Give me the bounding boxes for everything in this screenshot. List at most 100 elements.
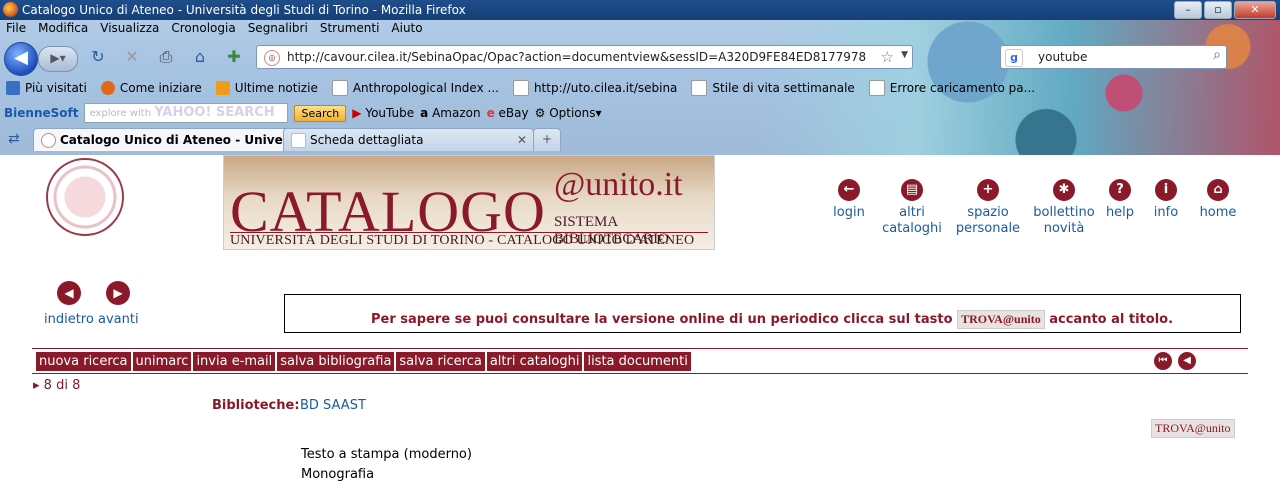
nav-home[interactable]: ⌂ home [1198, 179, 1238, 221]
question-icon: ? [1109, 179, 1131, 201]
previous-record-icon[interactable]: ◀ [1178, 352, 1196, 370]
bookmark-item[interactable]: Anthropological Index ... [331, 78, 499, 98]
divider [32, 348, 1248, 349]
nav-altri-cataloghi[interactable]: ▤ altri cataloghi [880, 179, 944, 237]
bookmark-star-icon[interactable]: ☆ [881, 48, 894, 66]
biblioteche-label: Biblioteche: [212, 398, 300, 413]
menu-bar: File Modifica Visualizza Cronologia Segn… [0, 21, 423, 39]
salva-bibliografia-button[interactable]: salva bibliografia [277, 352, 395, 371]
record-navigation: ⏮ ◀ [1154, 352, 1196, 370]
bookmark-item[interactable]: Ultime notizie [215, 78, 318, 98]
close-window-button[interactable]: ✕ [1234, 1, 1276, 19]
gear-icon: ⚙ [534, 106, 546, 120]
nuova-ricerca-button[interactable]: nuova ricerca [36, 352, 131, 371]
tab-catalogo[interactable]: Catalogo Unico di Ateneo - Unive... ✕ [33, 128, 309, 151]
window-title: Catalogo Unico di Ateneo - Università de… [22, 3, 466, 17]
rss-icon [215, 81, 230, 95]
nav-help[interactable]: ? help [1104, 179, 1136, 221]
close-tab-icon[interactable]: ✕ [517, 129, 527, 151]
stop-icon[interactable]: ✕ [122, 47, 142, 67]
browser-chrome: Catalogo Unico di Ateneo - Università de… [0, 0, 1280, 155]
arrow-left-icon: ← [838, 179, 860, 201]
page-content: CATALOGO @unito.it SISTEMA BIBLIOTECARIO… [0, 155, 1280, 497]
biblioteche-link[interactable]: BD SAAST [300, 398, 366, 413]
home-icon: ⌂ [1207, 179, 1229, 201]
bookmark-item[interactable]: Errore caricamento pa... [868, 78, 1035, 98]
forward-button[interactable]: ▶▾ [38, 46, 78, 72]
notice-text: Per sapere se puoi consultare la version… [371, 312, 953, 327]
menu-cronologia[interactable]: Cronologia [171, 21, 235, 39]
url-dropdown-icon[interactable]: ▼ [901, 50, 908, 60]
new-tab-button[interactable]: + [533, 128, 561, 151]
page-icon [331, 80, 348, 96]
maximize-button[interactable]: ▫ [1204, 1, 1232, 19]
navigation-toolbar: ◀ ▶▾ ↻ ✕ ⎙ ⌂ ✚ ◎ http://cavour.cilea.it/… [0, 40, 1280, 76]
university-seal-logo [46, 158, 124, 236]
bookmarks-icon [6, 81, 20, 95]
search-icon[interactable]: ⌕ [1213, 47, 1221, 63]
ebay-link[interactable]: e eBay [487, 106, 529, 120]
menu-modifica[interactable]: Modifica [38, 21, 88, 39]
home-icon[interactable]: ⌂ [190, 47, 210, 67]
options-menu[interactable]: ⚙ Options▾ [535, 106, 602, 120]
new-bookmark-icon[interactable]: ✚ [224, 47, 244, 67]
tab-strip: ⇄ Catalogo Unico di Ateneo - Unive... ✕ … [0, 128, 1280, 152]
tab-list-icon[interactable]: ⇄ [8, 131, 20, 147]
unimarc-button[interactable]: unimarc [132, 352, 192, 371]
menu-visualizza[interactable]: Visualizza [100, 21, 159, 39]
banner-unito: @unito.it [554, 166, 683, 203]
back-button[interactable]: ◀ [4, 42, 38, 76]
info-icon: i [1155, 179, 1177, 201]
trova-button[interactable]: TROVA@unito [1151, 419, 1235, 438]
yahoo-search-input[interactable]: explore with YAHOO! SEARCH [84, 103, 289, 123]
bookmark-item[interactable]: Stile di vita settimanale [691, 78, 855, 98]
amazon-icon: a [420, 106, 429, 120]
bookmark-item[interactable]: http://uto.cilea.it/sebina [512, 78, 677, 98]
menu-strumenti[interactable]: Strumenti [320, 21, 380, 39]
first-record-icon[interactable]: ⏮ [1154, 352, 1172, 370]
url-bar[interactable]: ◎ http://cavour.cilea.it/SebinaOpac/Opac… [256, 45, 913, 69]
forward-arrow-icon[interactable]: ▶ [106, 281, 130, 305]
print-icon[interactable]: ⎙ [156, 47, 176, 67]
plus-icon: + [977, 179, 999, 201]
nav-login[interactable]: ← login [831, 179, 867, 221]
page-icon [512, 80, 529, 96]
catalogo-banner[interactable]: CATALOGO @unito.it SISTEMA BIBLIOTECARIO… [223, 155, 715, 250]
altri-cataloghi-button[interactable]: altri cataloghi [486, 352, 583, 371]
toolbar-brand: BienneSoft [4, 106, 79, 120]
divider [32, 373, 1248, 374]
record-level: Monografia [301, 467, 375, 482]
trova-notice: Per sapere se puoi consultare la version… [284, 294, 1241, 333]
invia-email-button[interactable]: invia e-mail [193, 352, 276, 371]
bookmark-item[interactable]: Più visitati [6, 78, 87, 98]
action-bar: nuova ricerca unimarc invia e-mail salva… [36, 352, 691, 371]
search-input[interactable]: youtube [1038, 50, 1087, 64]
firefox-icon [100, 81, 115, 95]
lista-documenti-button[interactable]: lista documenti [584, 352, 691, 371]
nav-info[interactable]: i info [1150, 179, 1182, 221]
minimize-button[interactable]: – [1174, 1, 1202, 19]
youtube-link[interactable]: ▶ YouTube [352, 106, 414, 120]
google-engine-icon[interactable]: g [1005, 49, 1023, 67]
search-box[interactable]: g youtube ⌕ [1000, 45, 1227, 69]
reload-icon[interactable]: ↻ [88, 47, 108, 67]
back-arrow-icon[interactable]: ◀ [57, 281, 81, 305]
youtube-icon: ▶ [352, 106, 362, 120]
bookmark-item[interactable]: Come iniziare [100, 78, 202, 98]
menu-segnalibri[interactable]: Segnalibri [248, 21, 308, 39]
forward-link[interactable]: avanti [98, 312, 139, 327]
salva-ricerca-button[interactable]: salva ricerca [396, 352, 485, 371]
tab-scheda[interactable]: Scheda dettagliata ✕ [283, 128, 534, 151]
nav-spazio-personale[interactable]: + spazio personale [954, 179, 1022, 237]
menu-aiuto[interactable]: Aiuto [391, 21, 422, 39]
catalog-icon: ▤ [901, 179, 923, 201]
amazon-link[interactable]: a Amazon [420, 106, 480, 120]
ebay-icon: e [486, 106, 495, 120]
menu-file[interactable]: File [6, 21, 26, 39]
nav-bollettino[interactable]: ✱ bollettino novità [1032, 179, 1096, 237]
page-icon [691, 80, 708, 96]
url-text[interactable]: http://cavour.cilea.it/SebinaOpac/Opac?a… [287, 50, 867, 64]
record-type: Testo a stampa (moderno) [301, 447, 472, 462]
yahoo-search-button[interactable]: Search [294, 104, 347, 122]
back-link[interactable]: indietro [44, 312, 94, 327]
